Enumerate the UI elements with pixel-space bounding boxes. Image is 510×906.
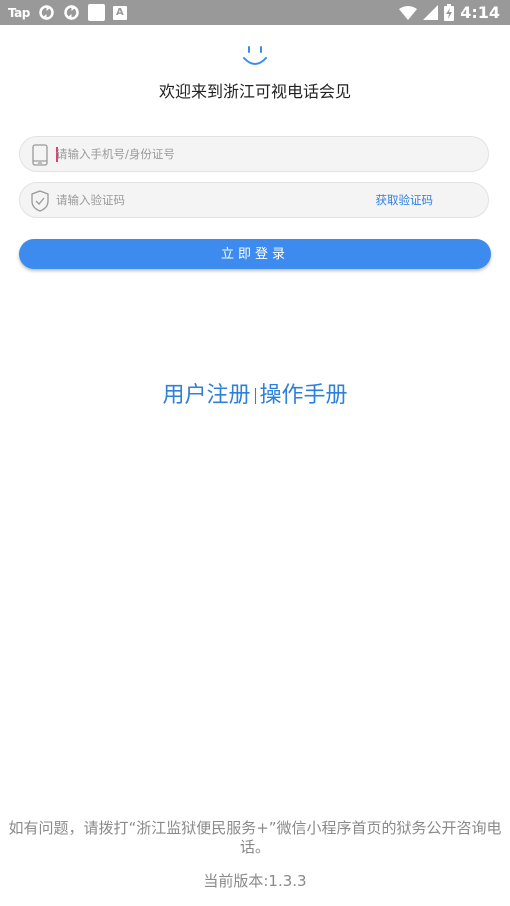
code-field[interactable]: 获取验证码 [19, 182, 489, 218]
sync-icon [39, 5, 54, 20]
battery-charging-icon [444, 4, 455, 21]
link-divider [254, 388, 256, 404]
shield-check-icon [31, 190, 49, 212]
status-bar: Tap A 4:14 [0, 0, 510, 25]
manual-link[interactable]: 操作手册 [260, 383, 348, 408]
phone-input[interactable] [56, 137, 356, 171]
smile-icon [243, 46, 267, 65]
sync-icon [64, 5, 79, 20]
phone-icon [32, 144, 48, 166]
register-link[interactable]: 用户注册 [162, 383, 250, 408]
status-time: 4:14 [460, 3, 500, 22]
login-button[interactable]: 立即登录 [19, 239, 491, 269]
code-input[interactable] [56, 183, 356, 217]
wifi-icon [399, 5, 418, 20]
a-badge-icon: A [112, 5, 127, 20]
help-notice: 如有问题，请拨打“浙江监狱便民服务+”微信小程序首页的狱务公开咨询电话。 [8, 819, 502, 856]
phone-field[interactable] [19, 136, 489, 172]
welcome-title: 欢迎来到浙江可视电话会见 [158, 82, 351, 101]
version-label: 当前版本:1.3.3 [203, 872, 307, 890]
get-code-button[interactable]: 获取验证码 [376, 183, 434, 217]
links-row: 用户注册 操作手册 [0, 377, 510, 409]
white-square-icon [87, 4, 105, 21]
status-app-label: Tap [8, 5, 30, 20]
signal-icon [423, 5, 439, 20]
